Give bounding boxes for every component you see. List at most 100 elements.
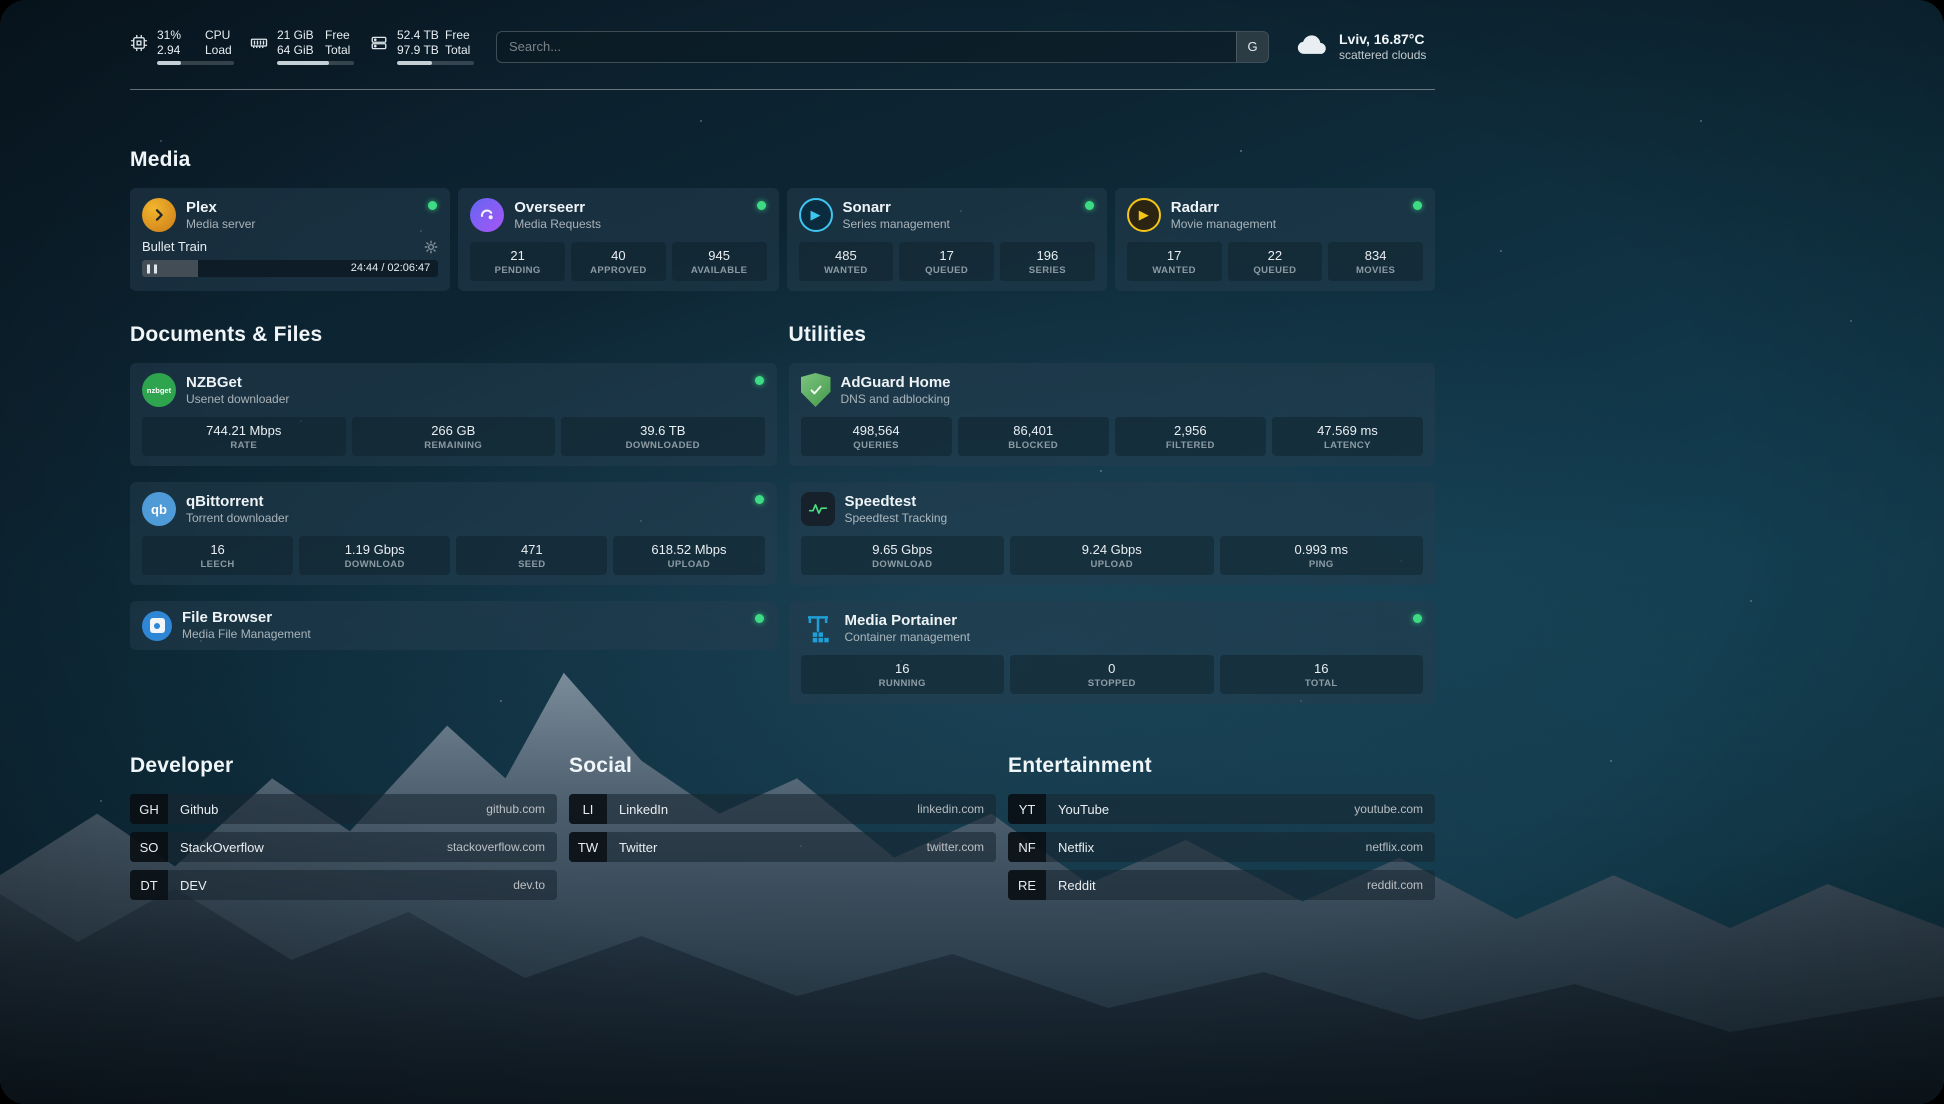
nzbget-icon: nzbget [142, 373, 176, 407]
search-provider-button[interactable]: G [1236, 32, 1268, 62]
bookmark-abbr: SO [130, 832, 168, 862]
stat-queued: 17QUEUED [899, 242, 994, 281]
stat-filtered: 2,956FILTERED [1115, 417, 1266, 456]
bookmark-name: Github [180, 802, 218, 817]
cloud-icon [1295, 31, 1329, 62]
service-card-nzbget[interactable]: nzbget NZBGet Usenet downloader 744.21 M… [130, 363, 777, 466]
bookmark-netflix[interactable]: NF Netflix netflix.com [1008, 832, 1435, 862]
section-title-social: Social [569, 754, 996, 778]
disk-stats: 52.4 TBFree 97.9 TBTotal [397, 28, 474, 65]
bookmark-name: Reddit [1058, 878, 1096, 893]
stat-remaining: 266 GBREMAINING [352, 417, 556, 456]
weather-widget: Lviv, 16.87°C scattered clouds [1295, 31, 1435, 63]
weather-location-temp: Lviv, 16.87°C [1339, 31, 1426, 48]
bookmark-twitter[interactable]: TW Twitter twitter.com [569, 832, 996, 862]
pause-button[interactable] [147, 264, 157, 273]
stat-pending: 21PENDING [470, 242, 565, 281]
service-card-speedtest[interactable]: Speedtest Speedtest Tracking 9.65 GbpsDO… [789, 482, 1436, 585]
memory-total-label: Total [325, 43, 354, 58]
cpu-usage-value: 31% [157, 28, 205, 43]
service-card-filebrowser[interactable]: File Browser Media File Management [130, 601, 777, 650]
bookmark-stackoverflow[interactable]: SO StackOverflow stackoverflow.com [130, 832, 557, 862]
section-social: Social LI LinkedIn linkedin.com TW Twitt… [569, 754, 996, 900]
bookmark-abbr: NF [1008, 832, 1046, 862]
radarr-icon: ▶ [1127, 198, 1161, 232]
section-title-developer: Developer [130, 754, 557, 778]
service-name: Speedtest [845, 493, 948, 511]
disk-total-value: 97.9 TB [397, 43, 445, 58]
service-card-adguard[interactable]: AdGuard Home DNS and adblocking 498,564Q… [789, 363, 1436, 466]
disk-widget: 52.4 TBFree 97.9 TBTotal [370, 28, 474, 65]
filebrowser-icon [142, 611, 172, 641]
gear-icon[interactable] [424, 240, 438, 254]
stat-downloaded: 39.6 TBDOWNLOADED [561, 417, 765, 456]
status-dot [755, 376, 764, 385]
playback-time: 24:44 / 02:06:47 [351, 260, 431, 277]
stat-wanted: 485WANTED [799, 242, 894, 281]
stat-rate: 744.21 MbpsRATE [142, 417, 346, 456]
bookmark-abbr: GH [130, 794, 168, 824]
service-description: DNS and adblocking [841, 392, 951, 407]
search-input[interactable] [497, 32, 1236, 62]
bookmark-dev[interactable]: DT DEV dev.to [130, 870, 557, 900]
playback-progress-bar: 24:44 / 02:06:47 [142, 260, 438, 277]
disk-free-value: 52.4 TB [397, 28, 445, 43]
search-bar: G [496, 31, 1269, 63]
service-name: Sonarr [843, 199, 950, 217]
bookmark-url: stackoverflow.com [447, 840, 545, 854]
status-dot [755, 495, 764, 504]
bookmark-abbr: RE [1008, 870, 1046, 900]
service-description: Media File Management [182, 627, 311, 642]
bookmark-github[interactable]: GH Github github.com [130, 794, 557, 824]
bookmark-reddit[interactable]: RE Reddit reddit.com [1008, 870, 1435, 900]
stat-seed: 471SEED [456, 536, 607, 575]
service-description: Torrent downloader [186, 511, 289, 526]
dashboard-window: 31%CPU 2.94Load 21 GiBFree 64 GiBTotal [0, 0, 1944, 1104]
status-dot [1413, 614, 1422, 623]
service-card-overseerr[interactable]: Overseerr Media Requests 21PENDING 40APP… [458, 188, 778, 291]
section-title-utilities: Utilities [789, 323, 1436, 347]
stat-running: 16RUNNING [801, 655, 1005, 694]
bookmark-linkedin[interactable]: LI LinkedIn linkedin.com [569, 794, 996, 824]
cpu-icon [130, 34, 148, 52]
overseerr-icon [470, 198, 504, 232]
section-title-media: Media [130, 148, 1435, 172]
service-card-radarr[interactable]: ▶ Radarr Movie management 17WANTED 22QUE… [1115, 188, 1435, 291]
bookmark-name: DEV [180, 878, 207, 893]
bookmark-abbr: TW [569, 832, 607, 862]
status-dot [1413, 201, 1422, 210]
section-media: Media Plex Media server [130, 148, 1435, 291]
cpu-progress-bar [157, 61, 234, 65]
cpu-usage-label: CPU [205, 28, 234, 43]
portainer-icon [801, 611, 835, 645]
stat-upload: 618.52 MbpsUPLOAD [613, 536, 764, 575]
weather-condition: scattered clouds [1339, 48, 1426, 63]
service-card-plex[interactable]: Plex Media server Bullet Train [130, 188, 450, 291]
stat-download: 1.19 GbpsDOWNLOAD [299, 536, 450, 575]
service-description: Series management [843, 217, 950, 232]
bookmark-youtube[interactable]: YT YouTube youtube.com [1008, 794, 1435, 824]
disk-icon [370, 34, 388, 52]
service-name: qBittorrent [186, 493, 289, 511]
bookmark-name: LinkedIn [619, 802, 668, 817]
stat-download: 9.65 GbpsDOWNLOAD [801, 536, 1005, 575]
service-name: Overseerr [514, 199, 601, 217]
speedtest-icon [801, 492, 835, 526]
service-card-qbittorrent[interactable]: qb qBittorrent Torrent downloader 16LEEC… [130, 482, 777, 585]
bookmark-name: StackOverflow [180, 840, 264, 855]
section-entertainment: Entertainment YT YouTube youtube.com NF … [1008, 754, 1435, 900]
section-developer: Developer GH Github github.com SO StackO… [130, 754, 557, 900]
section-utilities: Utilities AdGuard Home DNS and adblockin… [789, 323, 1436, 704]
memory-stats: 21 GiBFree 64 GiBTotal [277, 28, 354, 65]
resource-widgets: 31%CPU 2.94Load 21 GiBFree 64 GiBTotal [130, 28, 474, 65]
service-card-sonarr[interactable]: ▶ Sonarr Series management 485WANTED 17Q… [787, 188, 1107, 291]
stat-movies: 834MOVIES [1328, 242, 1423, 281]
stat-latency: 47.569 msLATENCY [1272, 417, 1423, 456]
service-description: Media server [186, 217, 255, 232]
bookmark-name: Twitter [619, 840, 657, 855]
disk-free-label: Free [445, 28, 474, 43]
service-card-portainer[interactable]: Media Portainer Container management 16R… [789, 601, 1436, 704]
service-description: Container management [845, 630, 970, 645]
service-description: Movie management [1171, 217, 1276, 232]
cpu-widget: 31%CPU 2.94Load [130, 28, 234, 65]
